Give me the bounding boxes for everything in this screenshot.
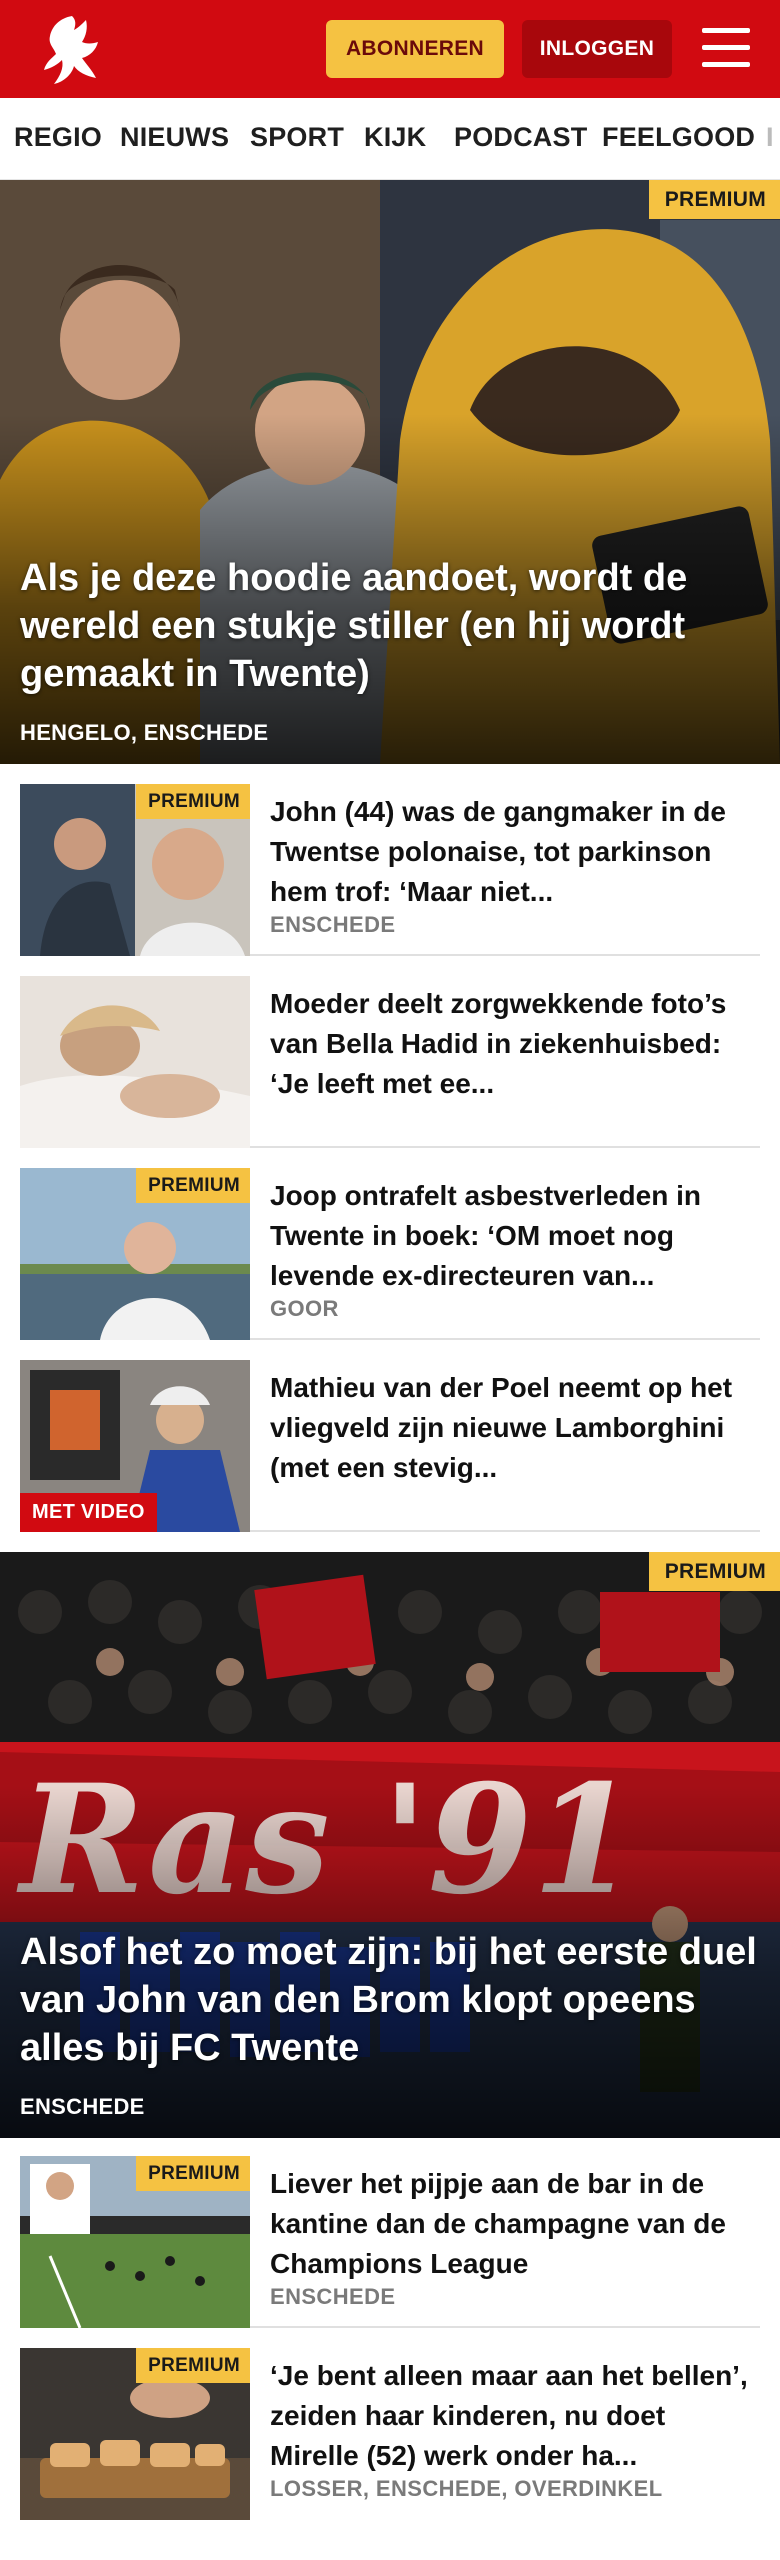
list-item[interactable]: PREMIUM John (44) was de gangmaker in de…	[20, 784, 760, 956]
section-nav: REGIO NIEUWS SPORT KIJK PODCAST FEELGOOD…	[0, 98, 780, 180]
article-title[interactable]: ‘Je bent alleen maar aan het bellen’, ze…	[270, 2356, 760, 2476]
hero-location: ENSCHEDE	[20, 2094, 145, 2119]
list-item[interactable]: PREMIUM Liever het pijpje aan de bar in …	[20, 2156, 760, 2328]
tubantia-logo-icon[interactable]	[34, 10, 110, 90]
article-thumbnail: PREMIUM	[20, 2156, 250, 2328]
article-thumbnail: PREMIUM	[20, 2348, 250, 2520]
premium-badge: PREMIUM	[136, 1168, 250, 1203]
nav-item-feelgood[interactable]: FEELGOOD	[602, 122, 755, 153]
article-title[interactable]: Mathieu van der Poel neemt op het vliegv…	[270, 1368, 760, 1488]
list-item[interactable]: Moeder deelt zorgwekkende foto’s van Bel…	[20, 976, 760, 1148]
article-thumbnail: PREMIUM	[20, 784, 250, 956]
nav-item-nieuws[interactable]: NIEUWS	[120, 122, 229, 153]
nav-item-podcast[interactable]: PODCAST	[454, 122, 587, 153]
list-item[interactable]: MET VIDEO Mathieu van der Poel neemt op …	[20, 1360, 760, 1532]
article-thumbnail	[20, 976, 250, 1148]
nav-item-regio[interactable]: REGIO	[14, 122, 102, 153]
top-bar: ABONNEREN INLOGGEN	[0, 0, 780, 98]
hero-location: HENGELO, ENSCHEDE	[20, 720, 269, 745]
list-item[interactable]: PREMIUM Joop ontrafelt asbestverleden in…	[20, 1168, 760, 1340]
video-badge: MET VIDEO	[20, 1493, 157, 1532]
article-title[interactable]: John (44) was de gangmaker in de Twentse…	[270, 792, 760, 912]
list-item[interactable]: PREMIUM ‘Je bent alleen maar aan het bel…	[20, 2348, 760, 2520]
article-location: ENSCHEDE	[270, 2284, 396, 2309]
premium-badge: PREMIUM	[648, 1552, 780, 1591]
hero-article-fc-twente[interactable]: Ras '91 PREMIUM Alsof het zo moet zijn: …	[0, 1552, 780, 2138]
hero-article-hoodie[interactable]: PREMIUM Als je deze hoodie aandoet, word…	[0, 180, 780, 764]
premium-badge: PREMIUM	[648, 180, 780, 219]
article-title[interactable]: Liever het pijpje aan de bar in de kanti…	[270, 2164, 760, 2284]
nav-item-kijk[interactable]: KIJK	[364, 122, 426, 153]
login-button[interactable]: INLOGGEN	[522, 20, 672, 78]
article-location: GOOR	[270, 1296, 339, 1321]
subscribe-button[interactable]: ABONNEREN	[326, 20, 504, 78]
article-thumbnail: MET VIDEO	[20, 1360, 250, 1532]
nav-item-more[interactable]: I	[766, 122, 774, 153]
hero-title[interactable]: Alsof het zo moet zijn: bij het eerste d…	[20, 1928, 760, 2072]
article-thumbnail: PREMIUM	[20, 1168, 250, 1340]
premium-badge: PREMIUM	[136, 2348, 250, 2383]
article-title[interactable]: Joop ontrafelt asbestverleden in Twente …	[270, 1176, 760, 1296]
article-location: ENSCHEDE	[270, 912, 396, 937]
article-location: LOSSER, ENSCHEDE, OVERDINKEL	[270, 2476, 663, 2501]
nav-item-sport[interactable]: SPORT	[250, 122, 344, 153]
premium-badge: PREMIUM	[136, 784, 250, 819]
menu-icon[interactable]	[702, 24, 750, 72]
hero-title[interactable]: Als je deze hoodie aandoet, wordt de wer…	[20, 554, 760, 698]
premium-badge: PREMIUM	[136, 2156, 250, 2191]
article-title[interactable]: Moeder deelt zorgwekkende foto’s van Bel…	[270, 984, 760, 1104]
